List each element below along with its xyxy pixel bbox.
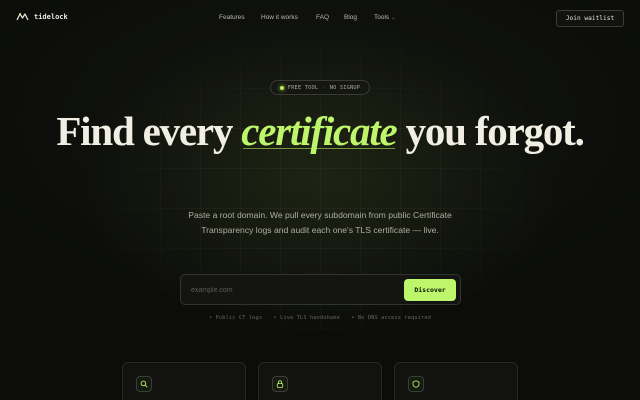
search-icon	[140, 380, 148, 388]
feature-list: • Public CT logs • Live TLS handshake • …	[0, 315, 640, 321]
nav-link-blog[interactable]: Blog	[344, 14, 374, 21]
badge-right-text: NO SIGNUP	[329, 84, 361, 91]
feature-card-1	[122, 362, 246, 400]
free-tool-badge: FREE TOOL · NO SIGNUP	[270, 80, 370, 95]
title-part-before: Find every	[56, 108, 242, 154]
status-dot-icon	[279, 85, 284, 90]
title-accent: certificate	[241, 108, 397, 154]
top-nav: tidelock Features How it works FAQ Blog …	[0, 8, 640, 28]
lock-icon	[276, 380, 284, 388]
background-glow	[0, 0, 640, 400]
title-part-after: you forgot.	[396, 108, 585, 154]
logo-text: tidelock	[34, 12, 68, 21]
nav-link-tools-label: Tools	[374, 14, 390, 21]
feature-item: • No DNS access required	[351, 315, 432, 321]
discover-button[interactable]: Discover	[404, 279, 456, 301]
nav-link-faq[interactable]: FAQ	[316, 14, 344, 21]
shield-icon	[412, 380, 420, 388]
feature-card-3	[394, 362, 518, 400]
card-icon-box	[136, 376, 152, 392]
domain-search-form: Discover	[180, 274, 461, 305]
feature-card-2	[258, 362, 382, 400]
join-waitlist-button[interactable]: Join waitlist	[556, 10, 624, 27]
nav-links: Features How it works FAQ Blog Tools ⌄	[219, 14, 395, 21]
badge-separator: ·	[322, 84, 326, 91]
nav-link-tools[interactable]: Tools ⌄	[374, 14, 395, 21]
chevron-down-icon: ⌄	[391, 15, 396, 21]
page-title: Find every certificate you forgot.	[0, 110, 640, 153]
domain-input[interactable]	[191, 283, 391, 297]
card-icon-box	[408, 376, 424, 392]
feature-item: • Live TLS handshake	[273, 315, 340, 321]
logo[interactable]: tidelock	[16, 11, 68, 22]
hero-subtitle: Paste a root domain. We pull every subdo…	[188, 210, 452, 235]
badge-left-text: FREE TOOL	[287, 84, 319, 91]
nav-link-how-it-works[interactable]: How it works	[261, 14, 316, 21]
background-grid	[0, 0, 640, 400]
feature-item: • Public CT logs	[208, 315, 263, 321]
tidelock-logo-icon	[16, 13, 29, 21]
card-icon-box	[272, 376, 288, 392]
nav-link-features[interactable]: Features	[219, 14, 261, 21]
